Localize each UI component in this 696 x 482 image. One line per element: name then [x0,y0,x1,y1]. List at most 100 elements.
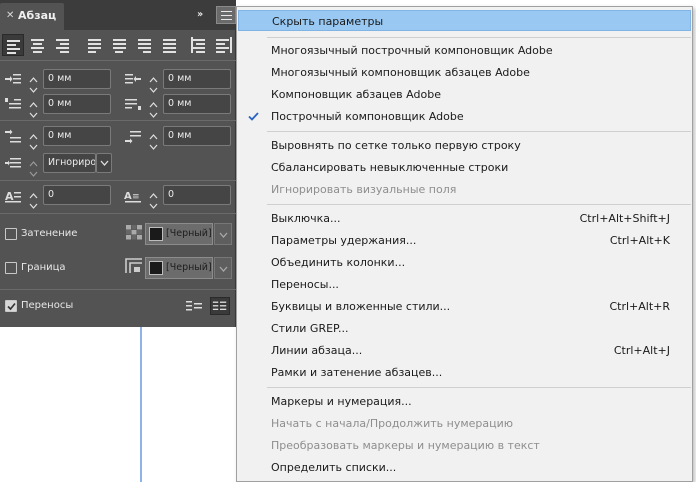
menu-item-label: Компоновщик абзацев Adobe [271,88,441,101]
menu-item-multilingual-single-line-composer[interactable]: Многоязычный построчный компоновщик Adob… [238,40,691,61]
alignment-toolbar [2,34,234,56]
menu-item-multilingual-paragraph-composer[interactable]: Многоязычный компоновщик абзацев Adobe [238,62,691,83]
align-away-from-spine-button[interactable] [212,34,234,56]
first-line-indent-stepper[interactable] [26,94,41,118]
hyphenation-checkbox[interactable] [5,300,17,312]
menu-item-paragraph-composer[interactable]: Компоновщик абзацев Adobe [238,84,691,105]
menu-item-align-first-line-to-grid[interactable]: Выровнять по сетке только первую строку [238,135,691,156]
right-indent-field[interactable]: 0 мм [163,69,231,89]
left-to-right-composer-icon[interactable] [184,297,204,315]
drop-cap-lines-stepper[interactable] [26,185,41,209]
menu-item-justification[interactable]: Выключка... Ctrl+Alt+Shift+J [238,208,691,229]
justify-right-button[interactable] [134,34,156,56]
panel-tab-paragraph[interactable]: ✕ Абзац [0,3,64,30]
border-color-swatch [149,261,163,275]
menu-item-shortcut: Ctrl+Alt+R [609,300,670,313]
menu-separator [267,131,691,132]
menu-item-label: Объединить колонки... [271,256,406,269]
align-to-grid-select[interactable]: Игнориро [43,153,96,173]
drop-cap-chars-icon: A ≡ [124,188,142,204]
menu-separator [267,387,691,388]
align-to-grid-dropdown[interactable] [96,153,112,173]
checkmark-icon [7,302,16,311]
menu-item-bullets-numbering[interactable]: Маркеры и нумерация... [238,391,691,412]
first-line-indent-field[interactable]: 0 мм [43,94,111,114]
menu-item-drop-caps-nested-styles[interactable]: Буквицы и вложенные стили... Ctrl+Alt+R [238,296,691,317]
last-line-indent-stepper[interactable] [146,94,161,118]
border-color-dropdown[interactable] [214,257,232,279]
right-indent-icon [124,72,142,88]
border-color-label: [Черный] [166,262,212,273]
menu-item-label: Сбалансировать невыключенные строки [271,161,509,174]
justify-all-button[interactable] [159,34,181,56]
hamburger-line [221,19,232,20]
svg-text:≡: ≡ [132,192,140,202]
space-before-stepper[interactable] [26,126,41,150]
menu-item-paragraph-borders-shading[interactable]: Рамки и затенение абзацев... [238,362,691,383]
drop-cap-lines-field[interactable]: 0 [43,185,111,205]
panel-title: Абзац [18,9,57,22]
menu-item-label: Линии абзаца... [271,344,363,357]
menu-item-span-columns[interactable]: Объединить колонки... [238,252,691,273]
menu-item-define-lists[interactable]: Определить списки... [238,457,691,478]
panel-menu-button[interactable] [216,6,236,24]
right-indent-stepper[interactable] [146,69,161,93]
menu-item-label: Многоязычный компоновщик абзацев Adobe [271,66,530,79]
last-line-indent-field[interactable]: 0 мм [163,94,231,114]
menu-item-label: Выровнять по сетке только первую строку [271,139,521,152]
menu-item-label: Игнорировать визуальные поля [271,183,457,196]
chevron-down-icon [219,232,228,238]
menu-item-ignore-optical-margin: Игнорировать визуальные поля [238,179,691,200]
menu-item-paragraph-rules[interactable]: Линии абзаца... Ctrl+Alt+J [238,340,691,361]
hamburger-menu-icon [221,11,232,12]
panel-separator [0,213,236,214]
justify-center-button[interactable] [109,34,131,56]
close-icon[interactable]: ✕ [6,10,14,22]
menu-item-convert-bullets-to-text: Преобразовать маркеры и нумерацию в текс… [238,435,691,456]
paragraph-composer-icon[interactable] [210,297,230,315]
menu-item-single-line-composer[interactable]: Построчный компоновщик Adobe [238,106,691,127]
double-chevron-right-icon[interactable]: ›› [197,9,203,20]
chevron-down-icon [100,160,109,166]
space-before-field[interactable]: 0 мм [43,126,111,146]
drop-cap-chars-field[interactable]: 0 [163,185,231,205]
menu-separator [267,37,691,38]
menu-item-grep-styles[interactable]: Стили GREP... [238,318,691,339]
shading-color-dropdown[interactable] [214,223,232,245]
menu-item-balance-ragged-lines[interactable]: Сбалансировать невыключенные строки [238,157,691,178]
drop-cap-chars-stepper[interactable] [146,185,161,209]
shading-color-swatch [149,227,163,241]
align-to-grid-stepper[interactable] [26,153,41,177]
shading-pattern-icon [125,224,143,240]
justify-left-button[interactable] [84,34,106,56]
panel-separator [0,60,236,61]
align-center-button[interactable] [27,34,49,56]
shading-checkbox[interactable] [5,228,17,240]
left-indent-field[interactable]: 0 мм [43,69,111,89]
menu-item-label: Маркеры и нумерация... [271,395,412,408]
space-after-field[interactable]: 0 мм [163,126,231,146]
panel-separator [0,180,236,181]
space-after-stepper[interactable] [146,126,161,150]
menu-item-shortcut: Ctrl+Alt+Shift+J [579,212,670,225]
align-right-button[interactable] [52,34,74,56]
panel-header: ✕ Абзац ›› [0,0,236,30]
paragraph-panel: ✕ Абзац ›› 0 мм 0 мм 0 мм 0 мм 0 мм 0 мм… [0,0,236,327]
menu-item-hide-options[interactable]: Скрыть параметры [238,10,691,31]
menu-item-keep-options[interactable]: Параметры удержания... Ctrl+Alt+K [238,230,691,251]
align-left-button[interactable] [2,34,24,56]
shading-color-select[interactable]: [Черный] [145,223,213,245]
border-checkbox[interactable] [5,262,17,274]
menu-item-label: Рамки и затенение абзацев... [271,366,443,379]
menu-item-label: Построчный компоновщик Adobe [271,110,464,123]
align-toward-spine-button[interactable] [188,34,210,56]
last-line-indent-icon [124,97,142,113]
menu-separator [267,204,691,205]
panel-flyout-menu: Скрыть параметры Многоязычный построчный… [236,6,693,482]
menu-item-label: Стили GREP... [271,322,349,335]
menu-item-hyphenation[interactable]: Переносы... [238,274,691,295]
border-color-select[interactable]: [Черный] [145,257,213,279]
hamburger-line [221,15,232,16]
left-indent-stepper[interactable] [26,69,41,93]
border-frame-icon [125,258,143,274]
